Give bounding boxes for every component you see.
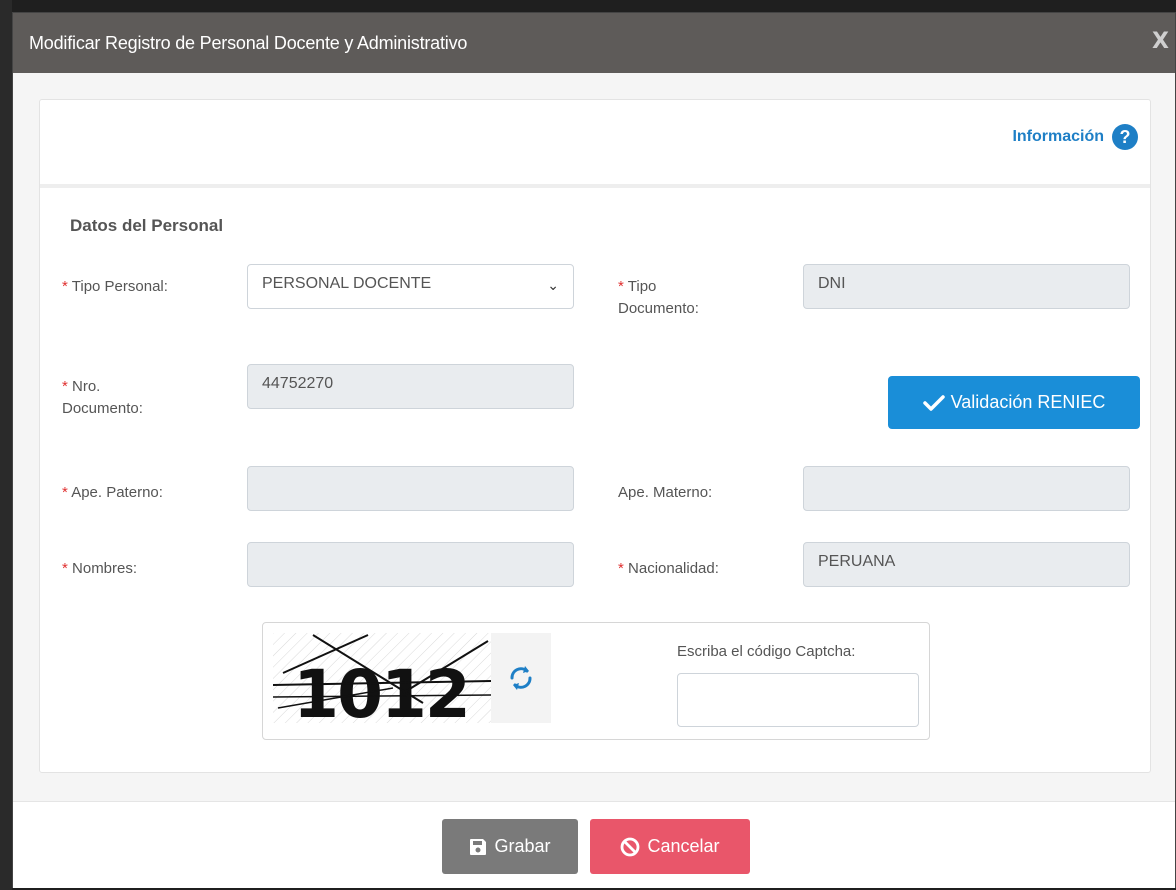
tipo-documento-label-line1: Tipo	[627, 278, 657, 295]
captcha-refresh-button[interactable]	[491, 633, 551, 723]
modal-body: Información ? Datos del Personal * Tipo …	[13, 73, 1175, 773]
save-button-label: Grabar	[494, 836, 551, 856]
nacionalidad-field[interactable]: PERUANA	[803, 542, 1130, 587]
edit-personal-modal: Modificar Registro de Personal Docente y…	[12, 12, 1176, 888]
nombres-label-text: Nombres:	[72, 560, 138, 577]
nro-documento-label-line2: Documento:	[62, 400, 143, 417]
modal-footer: Grabar Cancelar	[13, 801, 1175, 888]
cancel-button[interactable]: Cancelar	[590, 819, 750, 874]
required-mark: *	[618, 278, 624, 295]
ape-materno-field[interactable]	[803, 466, 1130, 511]
reniec-button-label: Validación RENIEC	[950, 392, 1106, 412]
ape-paterno-label-text: Ape. Paterno:	[71, 484, 163, 501]
required-mark: *	[62, 378, 68, 395]
tipo-personal-select[interactable]: PERSONAL DOCENTE ⌄	[247, 264, 574, 309]
tipo-personal-label-text: Tipo Personal:	[71, 278, 168, 295]
validacion-reniec-button[interactable]: Validación RENIEC	[888, 376, 1140, 429]
tipo-documento-label: * Tipo Documento:	[618, 276, 699, 320]
personal-data-section: Datos del Personal * Tipo Personal: PERS…	[40, 188, 1150, 772]
required-mark: *	[618, 560, 624, 577]
captcha-box: 1012 Escriba el código Captcha:	[262, 622, 930, 740]
nombres-field[interactable]	[247, 542, 574, 587]
nacionalidad-label: * Nacionalidad:	[618, 558, 719, 580]
check-icon	[922, 394, 945, 411]
tipo-documento-label-line2: Documento:	[618, 300, 699, 317]
tipo-documento-field[interactable]: DNI	[803, 264, 1130, 309]
question-circle-icon: ?	[1112, 124, 1138, 150]
card-top-bar: Información ?	[40, 100, 1150, 188]
tipo-personal-label: * Tipo Personal:	[62, 276, 168, 298]
nro-documento-label: * Nro. Documento:	[62, 376, 143, 420]
refresh-icon	[510, 666, 532, 690]
nro-documento-field[interactable]: 44752270	[247, 364, 574, 409]
modal-header: Modificar Registro de Personal Docente y…	[13, 13, 1175, 73]
ape-paterno-label: * Ape. Paterno:	[62, 482, 163, 504]
captcha-label: Escriba el código Captcha:	[677, 643, 856, 660]
page-backdrop	[0, 0, 12, 890]
required-mark: *	[62, 560, 68, 577]
close-button[interactable]: X	[1152, 29, 1169, 54]
form-card: Información ? Datos del Personal * Tipo …	[39, 99, 1151, 773]
tipo-personal-value: PERSONAL DOCENTE	[262, 275, 432, 292]
nro-documento-label-line1: Nro.	[72, 378, 101, 395]
captcha-input[interactable]	[677, 673, 919, 727]
info-link[interactable]: Información ?	[1012, 124, 1138, 150]
ape-paterno-field[interactable]	[247, 466, 574, 511]
info-label: Información	[1012, 128, 1104, 145]
captcha-image: 1012	[273, 633, 491, 723]
required-mark: *	[62, 484, 68, 501]
section-title: Datos del Personal	[70, 216, 224, 235]
cancel-button-label: Cancelar	[647, 836, 720, 856]
modal-title: Modificar Registro de Personal Docente y…	[29, 32, 468, 53]
nacionalidad-label-text: Nacionalidad:	[628, 560, 719, 577]
chevron-down-icon: ⌄	[547, 277, 559, 293]
ape-materno-label: Ape. Materno:	[618, 484, 713, 501]
required-mark: *	[62, 278, 68, 295]
floppy-disk-icon	[470, 838, 487, 855]
captcha-graphic: 1012	[273, 633, 491, 723]
ban-icon	[621, 837, 640, 856]
save-button[interactable]: Grabar	[442, 819, 578, 874]
nombres-label: * Nombres:	[62, 558, 137, 580]
